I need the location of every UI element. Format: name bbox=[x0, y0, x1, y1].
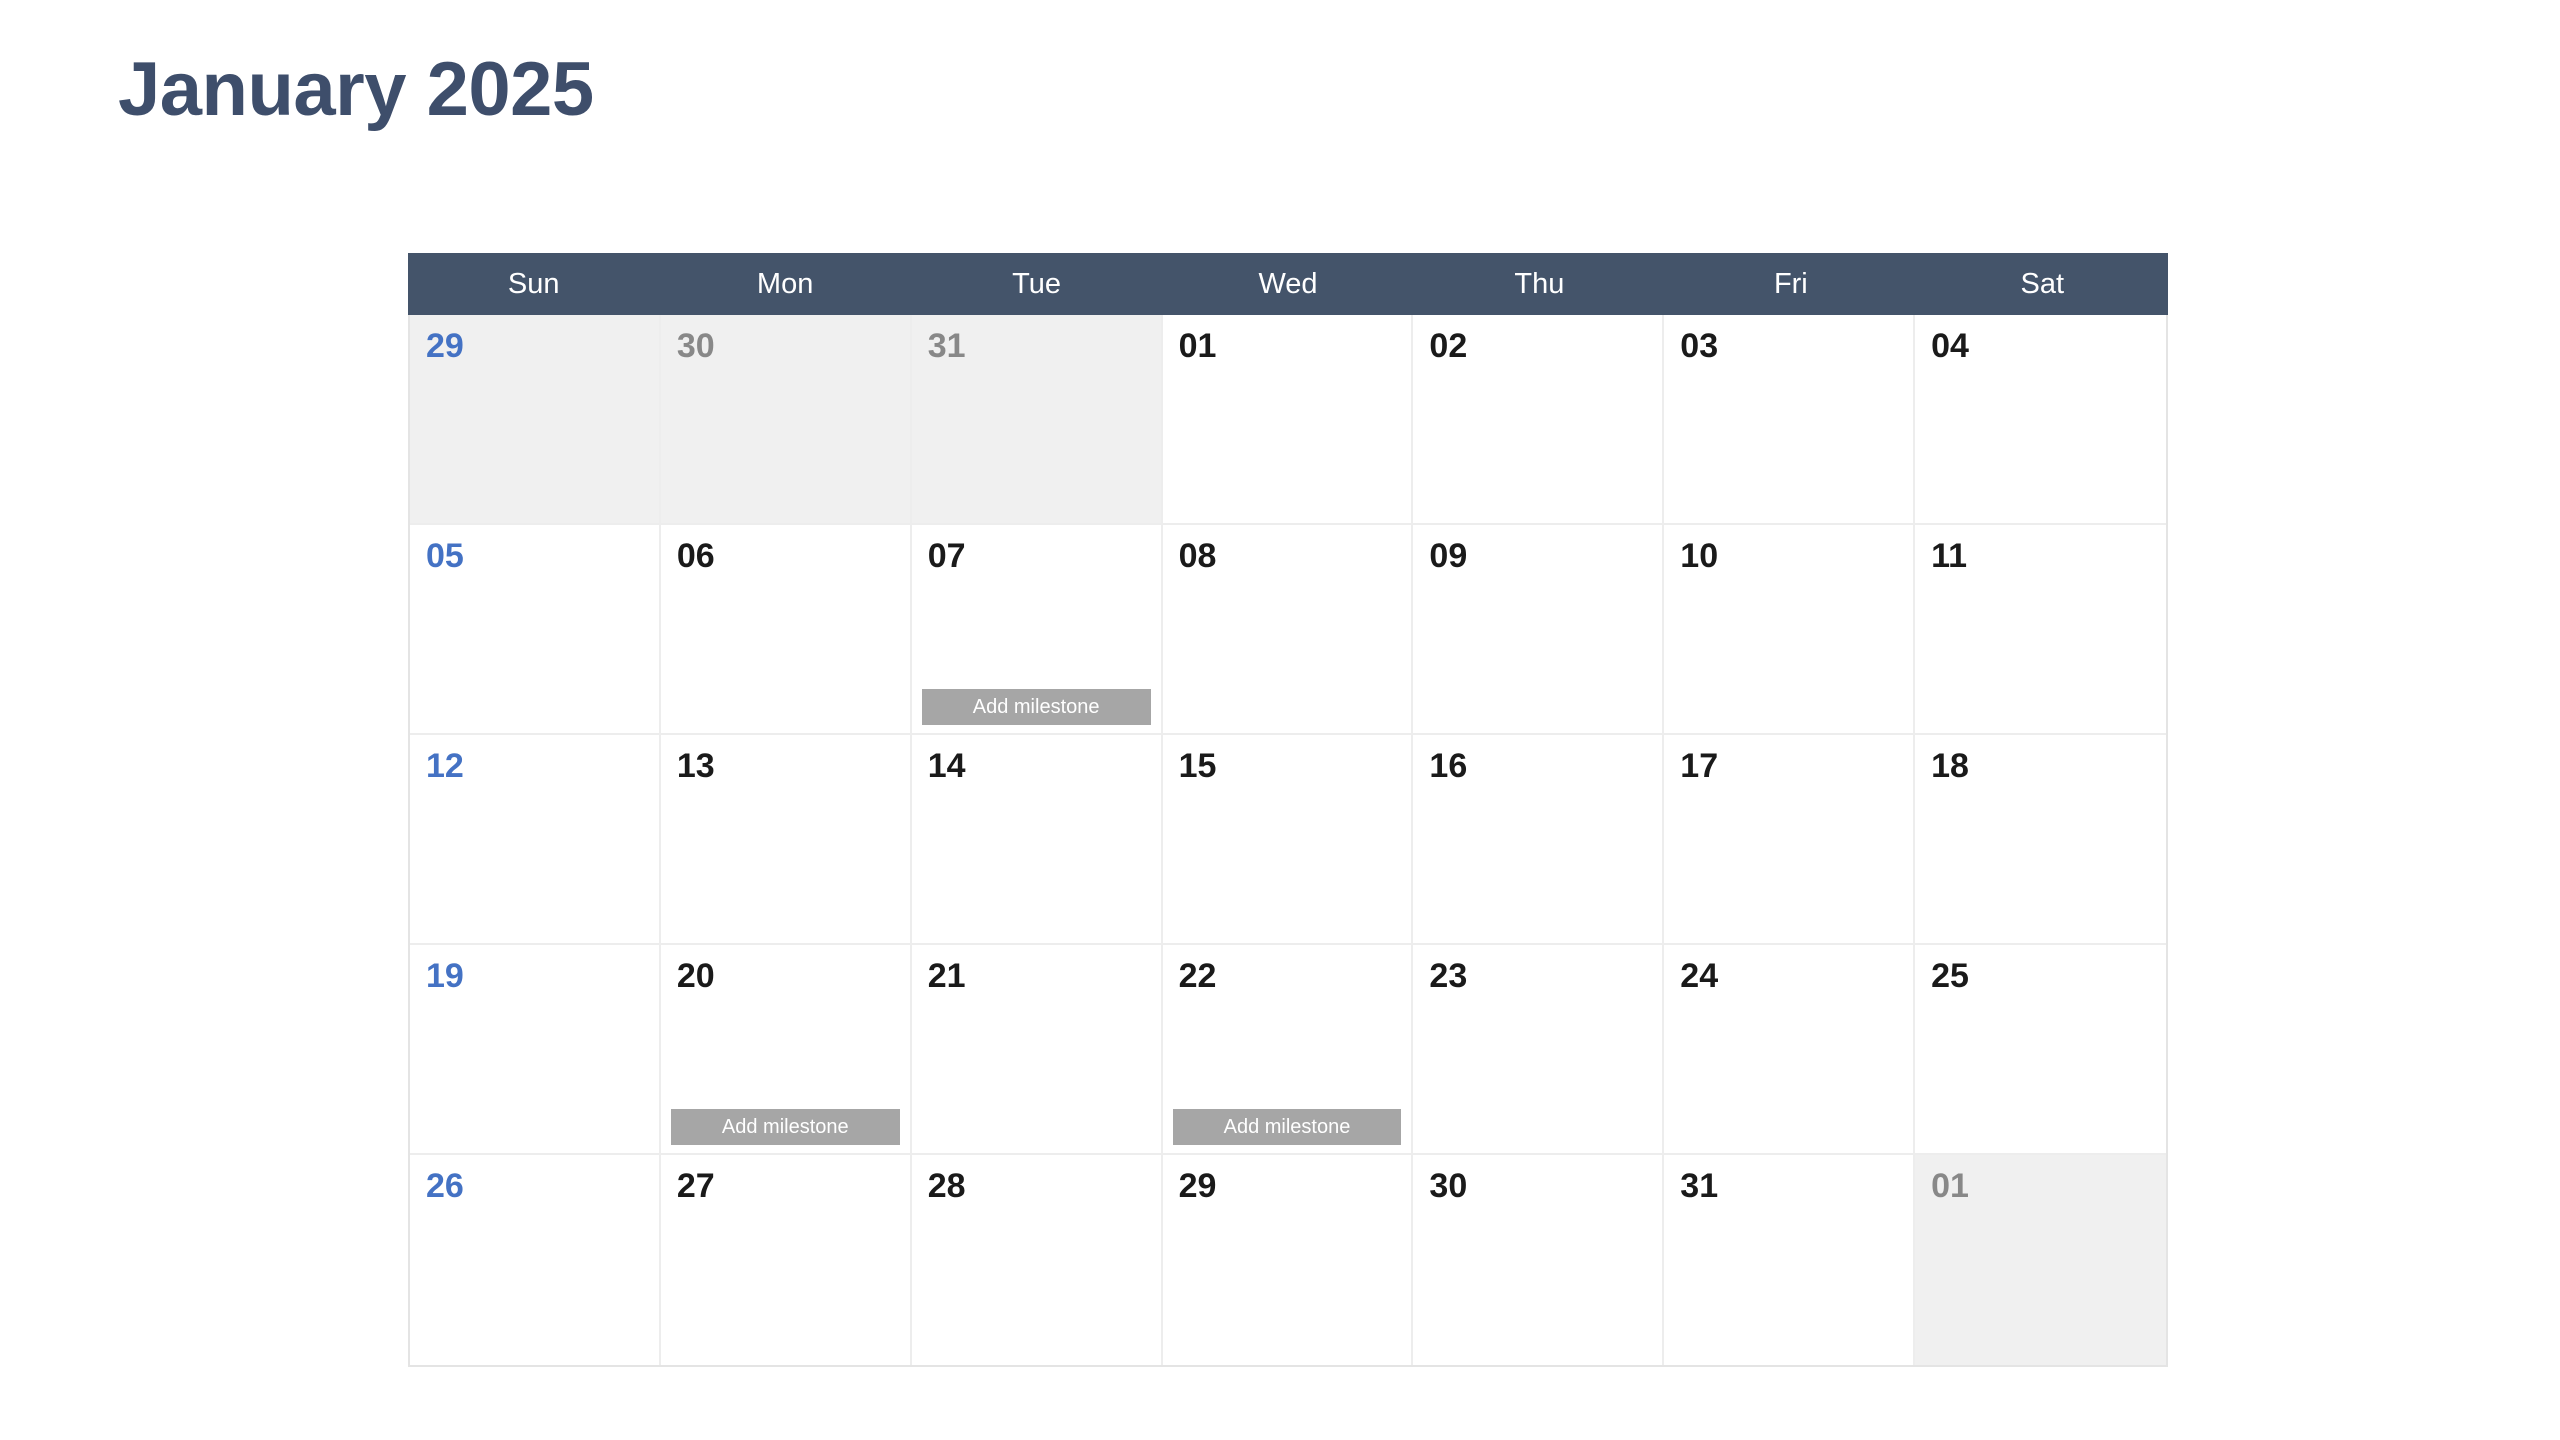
calendar-day-cell[interactable]: 20 Add milestone bbox=[660, 945, 912, 1155]
page-title: January 2025 bbox=[118, 47, 594, 132]
day-number: 07 bbox=[927, 537, 966, 575]
calendar-day-cell[interactable]: 19 bbox=[410, 945, 661, 1155]
calendar-day-cell[interactable]: 11 bbox=[1915, 525, 2166, 735]
calendar-weeks-body: 29 30 31 01 02 03 04 05 06 07 Add milestone 08 09 10 1… bbox=[408, 315, 2168, 1367]
calendar-day-cell[interactable]: 16 bbox=[1413, 735, 1665, 945]
calendar-day-cell[interactable]: 02 bbox=[1413, 315, 1665, 525]
day-number: 23 bbox=[1429, 957, 1468, 995]
weekday-header-tue: Tue bbox=[1012, 267, 1062, 300]
day-number: 10 bbox=[1680, 537, 1719, 575]
calendar-day-cell[interactable]: 31 bbox=[911, 315, 1163, 525]
add-milestone-button[interactable]: Add milestone bbox=[921, 689, 1151, 725]
day-number: 08 bbox=[1178, 537, 1217, 575]
calendar-day-cell[interactable]: 24 bbox=[1664, 945, 1916, 1155]
day-number: 27 bbox=[676, 1167, 715, 1205]
calendar-weekday-header-row: Sun Mon Tue Wed Thu Fri Sat bbox=[408, 253, 2168, 315]
day-number: 11 bbox=[1931, 537, 1968, 575]
calendar-day-cell[interactable]: 13 bbox=[660, 735, 912, 945]
add-milestone-button[interactable]: Add milestone bbox=[670, 1109, 900, 1145]
calendar-day-cell[interactable]: 28 bbox=[911, 1155, 1163, 1365]
calendar-day-cell[interactable]: 29 bbox=[1162, 1155, 1414, 1365]
day-number: 31 bbox=[1680, 1167, 1719, 1205]
weekday-header-mon: Mon bbox=[756, 267, 814, 300]
calendar-week-row: 19 20 Add milestone 21 22 Add milestone 23 24 25 bbox=[410, 945, 2166, 1155]
day-number: 14 bbox=[927, 747, 966, 785]
calendar-day-cell[interactable]: 30 bbox=[1413, 1155, 1665, 1365]
calendar-day-cell[interactable]: 03 bbox=[1664, 315, 1916, 525]
day-number: 30 bbox=[676, 327, 715, 365]
day-number: 03 bbox=[1680, 327, 1719, 365]
calendar-day-cell[interactable]: 06 bbox=[660, 525, 912, 735]
day-number: 01 bbox=[1931, 1167, 1969, 1205]
day-number: 15 bbox=[1178, 747, 1217, 785]
day-number: 06 bbox=[676, 537, 715, 575]
add-milestone-button[interactable]: Add milestone bbox=[1172, 1109, 1402, 1145]
calendar-day-cell[interactable]: 14 bbox=[911, 735, 1163, 945]
day-number: 22 bbox=[1178, 957, 1217, 995]
day-number: 20 bbox=[676, 957, 715, 995]
day-number: 05 bbox=[426, 537, 464, 575]
day-number: 01 bbox=[1178, 327, 1217, 365]
day-number: 16 bbox=[1429, 747, 1468, 785]
calendar-day-cell[interactable]: 29 bbox=[410, 315, 661, 525]
calendar-day-cell[interactable]: 05 bbox=[410, 525, 661, 735]
weekday-header-thu: Thu bbox=[1514, 267, 1565, 300]
calendar-day-cell[interactable]: 25 bbox=[1915, 945, 2166, 1155]
calendar-day-cell[interactable]: 22 Add milestone bbox=[1162, 945, 1414, 1155]
calendar-day-cell[interactable]: 04 bbox=[1915, 315, 2166, 525]
calendar-day-cell[interactable]: 26 bbox=[410, 1155, 661, 1365]
calendar-day-cell[interactable]: 01 bbox=[1915, 1155, 2166, 1365]
weekday-header-sat: Sat bbox=[2020, 267, 2065, 300]
calendar-day-cell[interactable]: 30 bbox=[660, 315, 912, 525]
calendar-day-cell[interactable]: 15 bbox=[1162, 735, 1414, 945]
day-number: 12 bbox=[426, 747, 464, 785]
day-number: 24 bbox=[1680, 957, 1719, 995]
calendar-day-cell[interactable]: 07 Add milestone bbox=[911, 525, 1163, 735]
calendar-day-cell[interactable]: 18 bbox=[1915, 735, 2166, 945]
day-number: 26 bbox=[426, 1167, 464, 1205]
day-number: 19 bbox=[426, 957, 464, 995]
day-number: 13 bbox=[676, 747, 715, 785]
day-number: 30 bbox=[1429, 1167, 1468, 1205]
calendar-week-row: 26 27 28 29 30 31 01 bbox=[410, 1155, 2166, 1365]
day-number: 25 bbox=[1931, 957, 1969, 995]
day-number: 09 bbox=[1429, 537, 1468, 575]
calendar-day-cell[interactable]: 08 bbox=[1162, 525, 1414, 735]
calendar-grid: Sun Mon Tue Wed Thu Fri Sat 29 30 31 01 02 03 04 05 06… bbox=[408, 253, 2168, 1367]
weekday-header-sun: Sun bbox=[507, 267, 560, 300]
calendar-day-cell[interactable]: 10 bbox=[1664, 525, 1916, 735]
day-number: 02 bbox=[1429, 327, 1468, 365]
day-number: 31 bbox=[927, 327, 966, 365]
calendar-day-cell[interactable]: 27 bbox=[660, 1155, 912, 1365]
weekday-header-fri: Fri bbox=[1773, 267, 1808, 300]
calendar-day-cell[interactable]: 12 bbox=[410, 735, 661, 945]
weekday-header-wed: Wed bbox=[1258, 267, 1318, 300]
day-number: 04 bbox=[1931, 327, 1969, 365]
calendar-day-cell[interactable]: 23 bbox=[1413, 945, 1665, 1155]
day-number: 28 bbox=[927, 1167, 966, 1205]
calendar-week-row: 05 06 07 Add milestone 08 09 10 11 bbox=[410, 525, 2166, 735]
calendar-week-row: 29 30 31 01 02 03 04 bbox=[410, 315, 2166, 525]
day-number: 21 bbox=[927, 957, 966, 995]
calendar-day-cell[interactable]: 21 bbox=[911, 945, 1163, 1155]
calendar-day-cell[interactable]: 17 bbox=[1664, 735, 1916, 945]
calendar-day-cell[interactable]: 31 bbox=[1664, 1155, 1916, 1365]
day-number: 18 bbox=[1931, 747, 1969, 785]
day-number: 29 bbox=[1178, 1167, 1217, 1205]
day-number: 29 bbox=[426, 327, 464, 365]
calendar-day-cell[interactable]: 01 bbox=[1162, 315, 1414, 525]
calendar-day-cell[interactable]: 09 bbox=[1413, 525, 1665, 735]
day-number: 17 bbox=[1680, 747, 1719, 785]
calendar-week-row: 12 13 14 15 16 17 18 bbox=[410, 735, 2166, 945]
